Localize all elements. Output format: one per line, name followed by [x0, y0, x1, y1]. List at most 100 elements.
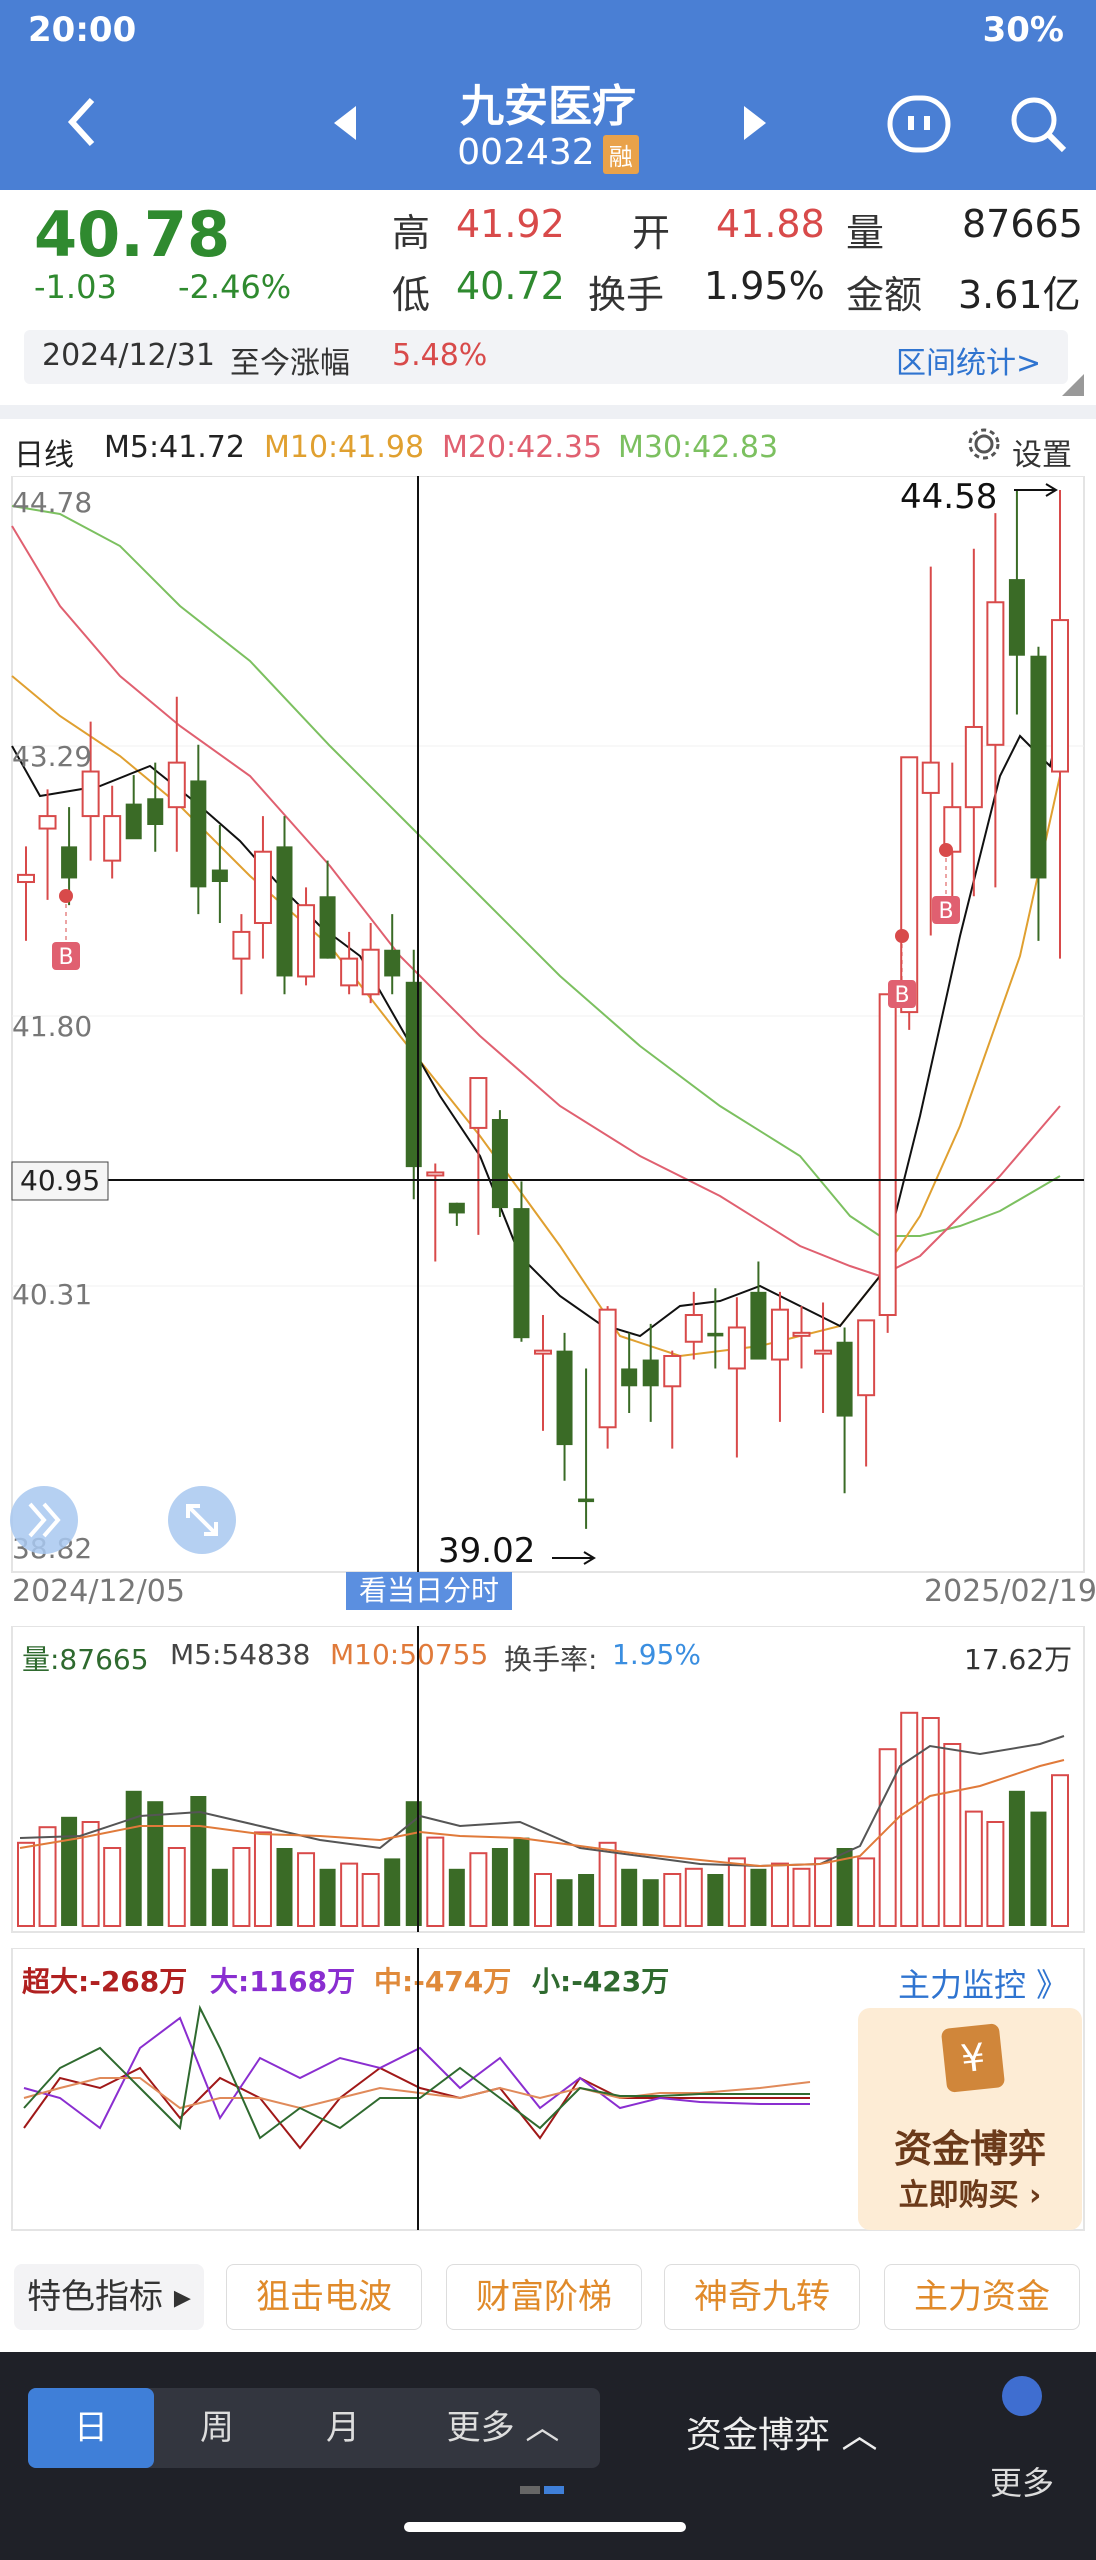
- candle-body: [340, 957, 359, 987]
- indicator-tab-wealth[interactable]: 财富阶梯: [446, 2264, 642, 2330]
- ad-title: 资金博弈: [893, 2127, 1046, 2171]
- candle-body: [103, 815, 122, 862]
- margin-badge: 融: [602, 134, 639, 174]
- candle-body: [469, 1077, 488, 1129]
- candle-body: [190, 780, 207, 888]
- buy-marker: B: [52, 889, 80, 970]
- indicator-tab-sniper[interactable]: 狙击电波: [226, 2264, 422, 2330]
- period-more[interactable]: 更多 ︿: [406, 2388, 600, 2468]
- volume-bar: [986, 1821, 1005, 1927]
- battery-level: 30%: [982, 10, 1064, 50]
- candle-body: [1030, 655, 1047, 879]
- kline-header: 日线 M5:41.72 M10:41.98 M20:42.35 M30:42.8…: [0, 420, 1096, 476]
- candle-body: [211, 869, 228, 883]
- candle-body: [81, 770, 100, 818]
- avatar-icon[interactable]: [1002, 2376, 1042, 2416]
- indicator-tab-nine[interactable]: 神奇九转: [664, 2264, 860, 2330]
- money-card-icon: ¥: [940, 2023, 1006, 2093]
- candle-body: [491, 1119, 508, 1209]
- settings-label[interactable]: 设置: [1012, 430, 1072, 474]
- candle-body: [1051, 619, 1069, 773]
- volume-bar: [211, 1868, 228, 1926]
- volume-bar: [232, 1847, 251, 1927]
- candle-body: [727, 1326, 746, 1370]
- volume-bar: [964, 1810, 983, 1928]
- x-axis-start: 2024/12/05: [12, 1574, 185, 1609]
- last-price: 40.78: [34, 198, 231, 271]
- open-label: 开: [632, 211, 671, 255]
- candle-body: [578, 1498, 595, 1503]
- fund-game-ad[interactable]: ¥ 资金博弈 立即购买 ›: [858, 2008, 1082, 2230]
- high-value: 41.92: [456, 202, 565, 246]
- period-segmented-control: 日 周 月 更多 ︿: [28, 2388, 600, 2468]
- fund-game-menu[interactable]: 资金博弈 ︿: [686, 2406, 877, 2458]
- ad-buy-button[interactable]: 立即购买 ›: [858, 2170, 1082, 2214]
- volume-bar: [147, 1801, 164, 1926]
- candle-body: [986, 601, 1005, 746]
- price-change: -1.03: [34, 268, 117, 306]
- candle-body: [964, 725, 983, 809]
- volume-bar: [598, 1841, 617, 1927]
- period-month[interactable]: 月: [280, 2388, 406, 2468]
- ma20-label: M20:42.35: [442, 430, 603, 465]
- candle-body: [598, 1308, 617, 1429]
- low-label: 低: [392, 273, 431, 317]
- volume-bar: [770, 1862, 789, 1928]
- candle-body: [125, 803, 142, 840]
- candles: [17, 490, 1069, 1529]
- volume-bar: [426, 1836, 445, 1928]
- volume-bar: [319, 1868, 336, 1926]
- double-chevron-icon[interactable]: [10, 1486, 78, 1554]
- turnover-label: 换手: [588, 273, 665, 317]
- candle-body: [405, 981, 422, 1168]
- ma30-label: M30:42.83: [618, 430, 779, 465]
- volume-bar: [621, 1868, 638, 1926]
- expand-icon[interactable]: [168, 1486, 236, 1554]
- candle-body: [663, 1354, 682, 1388]
- price-change-pct: -2.46%: [178, 268, 292, 306]
- candle-body: [770, 1308, 789, 1361]
- buy-marker: B: [932, 843, 960, 924]
- indicator-tab-main-fund[interactable]: 主力资金: [884, 2264, 1080, 2330]
- candle-body: [534, 1349, 552, 1355]
- volume-bar: [469, 1852, 488, 1927]
- candle-body: [556, 1350, 573, 1446]
- kline-chart[interactable]: B B B 44.78 43.29 41.80 40.31 38.82 40.9…: [0, 476, 1096, 1596]
- candle-body: [921, 761, 940, 794]
- corner-expand-icon[interactable]: [1062, 374, 1084, 396]
- special-indicator-tab[interactable]: 特色指标 ▸: [14, 2264, 204, 2330]
- range-pct: 5.48%: [392, 338, 488, 373]
- y-label-3: 40.31: [12, 1278, 92, 1311]
- volume-bar: [727, 1857, 746, 1927]
- smiley-chat-icon[interactable]: [886, 94, 952, 166]
- bottom-more[interactable]: 更多: [990, 2458, 1054, 2504]
- intraday-button[interactable]: 看当日分时: [346, 1572, 512, 1610]
- status-time: 20:00: [28, 10, 137, 50]
- bottom-bar: 日 周 月 更多 ︿ 资金博弈 ︿ 更多: [0, 2352, 1096, 2560]
- triangle-right-icon[interactable]: [730, 98, 780, 160]
- x-axis-end: 2025/02/19: [924, 1574, 1096, 1609]
- arrow-right-icon: [1014, 483, 1058, 497]
- volume-bar: [61, 1816, 78, 1926]
- volume-bar: [491, 1848, 508, 1926]
- range-stats-link[interactable]: 区间统计>: [896, 338, 1041, 382]
- candle-body: [1008, 579, 1025, 656]
- volume-bar: [642, 1879, 659, 1926]
- volume-bar: [750, 1868, 767, 1926]
- gear-icon[interactable]: [966, 426, 1002, 470]
- period-day[interactable]: 日: [28, 2388, 154, 2468]
- candle-body: [621, 1368, 638, 1387]
- volume-bar: [534, 1873, 552, 1927]
- volume-bar: [125, 1790, 142, 1926]
- candle-body: [319, 896, 336, 959]
- period-week[interactable]: 周: [154, 2388, 280, 2468]
- ma5-label: M5:41.72: [104, 430, 245, 465]
- svg-text:B: B: [938, 899, 953, 924]
- candle-body: [253, 850, 272, 924]
- range-stat-bar[interactable]: 2024/12/31 至今涨幅 5.48% 区间统计>: [24, 330, 1068, 384]
- candle-body: [750, 1291, 767, 1360]
- period-label[interactable]: 日线: [14, 430, 74, 474]
- volume-chart[interactable]: [0, 1626, 1096, 1936]
- search-icon[interactable]: [1006, 94, 1072, 166]
- candle-body: [17, 873, 35, 884]
